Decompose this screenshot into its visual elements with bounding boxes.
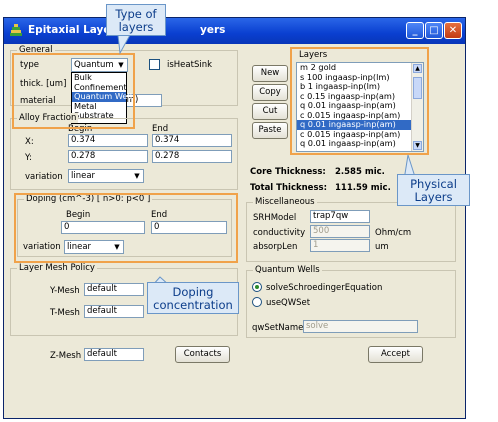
doping-concentration-callout: Doping concentration: [147, 282, 239, 314]
physical-layers-line2: Layers: [414, 190, 453, 204]
annotation-pointers: [117, 34, 417, 287]
type-callout-pointer: [117, 34, 131, 55]
doping-concentration-line2: concentration: [153, 298, 233, 312]
type-of-layers-line2: layers: [118, 20, 154, 34]
type-of-layers-callout: Type of layers: [106, 4, 166, 36]
physical-layers-callout: Physical Layers: [397, 174, 470, 206]
